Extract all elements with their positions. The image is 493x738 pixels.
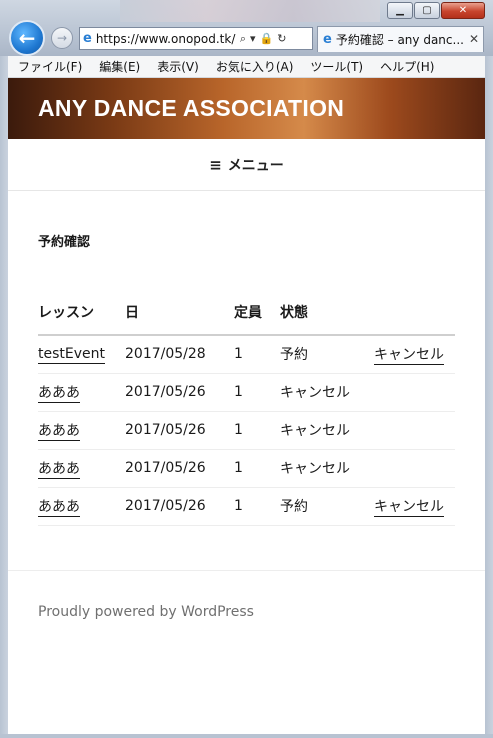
search-icon[interactable]: ⌕ xyxy=(240,32,246,46)
hamburger-icon: ≡ xyxy=(209,155,222,174)
column-header-capacity: 定員 xyxy=(234,302,280,336)
address-text[interactable]: https://www.onopod.tk/ xyxy=(96,32,236,46)
window-controls: ▁ ▢ ✕ xyxy=(387,2,485,19)
lesson-link[interactable]: あああ xyxy=(38,499,80,517)
column-header-status: 状態 xyxy=(280,302,374,336)
web-page: ANY DANCE ASSOCIATION ≡ メニュー 予約確認 レッスン 日… xyxy=(8,78,485,738)
tab-ie-icon: e xyxy=(323,32,332,47)
minimize-button[interactable]: ▁ xyxy=(387,2,413,19)
table-header-row: レッスン 日 定員 状態 xyxy=(38,302,455,336)
date-cell: 2017/05/26 xyxy=(125,487,234,526)
date-cell: 2017/05/26 xyxy=(125,449,234,488)
main-content: 予約確認 レッスン 日 定員 状態 testEvent 2017/05/28 1… xyxy=(8,231,485,526)
browser-menubar: ファイル(F) 編集(E) 表示(V) お気に入り(A) ツール(T) ヘルプ(… xyxy=(8,56,485,78)
address-bar[interactable]: e https://www.onopod.tk/ ⌕ ▾ 🔒 ↻ xyxy=(79,27,313,50)
table-row: あああ 2017/05/26 1 キャンセル xyxy=(38,411,455,450)
dropdown-icon[interactable]: ▾ xyxy=(250,32,256,46)
menu-file[interactable]: ファイル(F) xyxy=(8,58,89,75)
capacity-cell: 1 xyxy=(234,335,280,374)
footer-credit-link[interactable]: Proudly powered by WordPress xyxy=(38,604,254,620)
capacity-cell: 1 xyxy=(234,487,280,526)
lock-icon[interactable]: 🔒 xyxy=(260,32,274,46)
page-title: 予約確認 xyxy=(38,235,91,250)
action-cell xyxy=(374,373,455,412)
date-cell: 2017/05/28 xyxy=(125,335,234,374)
date-cell: 2017/05/26 xyxy=(125,373,234,412)
menu-tools[interactable]: ツール(T) xyxy=(300,58,370,75)
table-row: testEvent 2017/05/28 1 予約 キャンセル xyxy=(38,335,455,374)
window-frame-bottom xyxy=(0,734,493,738)
table-row: あああ 2017/05/26 1 キャンセル xyxy=(38,449,455,488)
site-title[interactable]: ANY DANCE ASSOCIATION xyxy=(38,95,344,122)
refresh-icon[interactable]: ↻ xyxy=(277,32,286,46)
forward-button[interactable]: → xyxy=(51,27,73,49)
browser-tab[interactable]: e 予約確認 – any danc... ✕ xyxy=(317,26,484,52)
status-cell: キャンセル xyxy=(280,411,374,450)
back-arrow-icon: ← xyxy=(18,26,36,50)
menu-toggle[interactable]: ≡ メニュー xyxy=(8,139,485,191)
lesson-link[interactable]: あああ xyxy=(38,461,80,479)
lesson-link[interactable]: あああ xyxy=(38,423,80,441)
site-footer: Proudly powered by WordPress xyxy=(8,571,485,620)
menu-favorites[interactable]: お気に入り(A) xyxy=(206,58,301,75)
menu-edit[interactable]: 編集(E) xyxy=(89,58,147,75)
column-header-action xyxy=(374,302,455,336)
window-frame-left xyxy=(0,56,8,738)
capacity-cell: 1 xyxy=(234,449,280,488)
status-cell: 予約 xyxy=(280,335,374,374)
menu-view[interactable]: 表示(V) xyxy=(147,58,206,75)
capacity-cell: 1 xyxy=(234,411,280,450)
status-cell: キャンセル xyxy=(280,373,374,412)
column-header-date: 日 xyxy=(125,302,234,336)
table-row: あああ 2017/05/26 1 予約 キャンセル xyxy=(38,487,455,526)
lesson-link[interactable]: あああ xyxy=(38,385,80,403)
titlebar-background xyxy=(120,0,380,22)
ie-icon: e xyxy=(83,31,92,46)
column-header-lesson: レッスン xyxy=(38,302,125,336)
tab-close-icon[interactable]: ✕ xyxy=(469,32,479,46)
tab-title: 予約確認 – any danc... xyxy=(335,33,464,47)
maximize-button[interactable]: ▢ xyxy=(414,2,440,19)
status-cell: キャンセル xyxy=(280,449,374,488)
status-cell: 予約 xyxy=(280,487,374,526)
cancel-link[interactable]: キャンセル xyxy=(374,347,444,366)
cancel-link[interactable]: キャンセル xyxy=(374,499,444,517)
menu-label: メニュー xyxy=(227,157,284,174)
action-cell xyxy=(374,411,455,450)
date-cell: 2017/05/26 xyxy=(125,411,234,450)
close-window-button[interactable]: ✕ xyxy=(441,2,485,19)
lesson-link[interactable]: testEvent xyxy=(38,346,105,365)
address-bar-icons: ⌕ ▾ 🔒 ↻ xyxy=(240,32,287,46)
table-row: あああ 2017/05/26 1 キャンセル xyxy=(38,373,455,412)
reservation-table: レッスン 日 定員 状態 testEvent 2017/05/28 1 予約 キ… xyxy=(38,302,455,526)
forward-arrow-icon: → xyxy=(56,31,68,45)
site-header: ANY DANCE ASSOCIATION xyxy=(8,78,485,139)
menu-help[interactable]: ヘルプ(H) xyxy=(370,58,441,75)
action-cell xyxy=(374,449,455,488)
capacity-cell: 1 xyxy=(234,373,280,412)
back-button[interactable]: ← xyxy=(9,20,45,56)
window-frame-right xyxy=(485,56,493,738)
